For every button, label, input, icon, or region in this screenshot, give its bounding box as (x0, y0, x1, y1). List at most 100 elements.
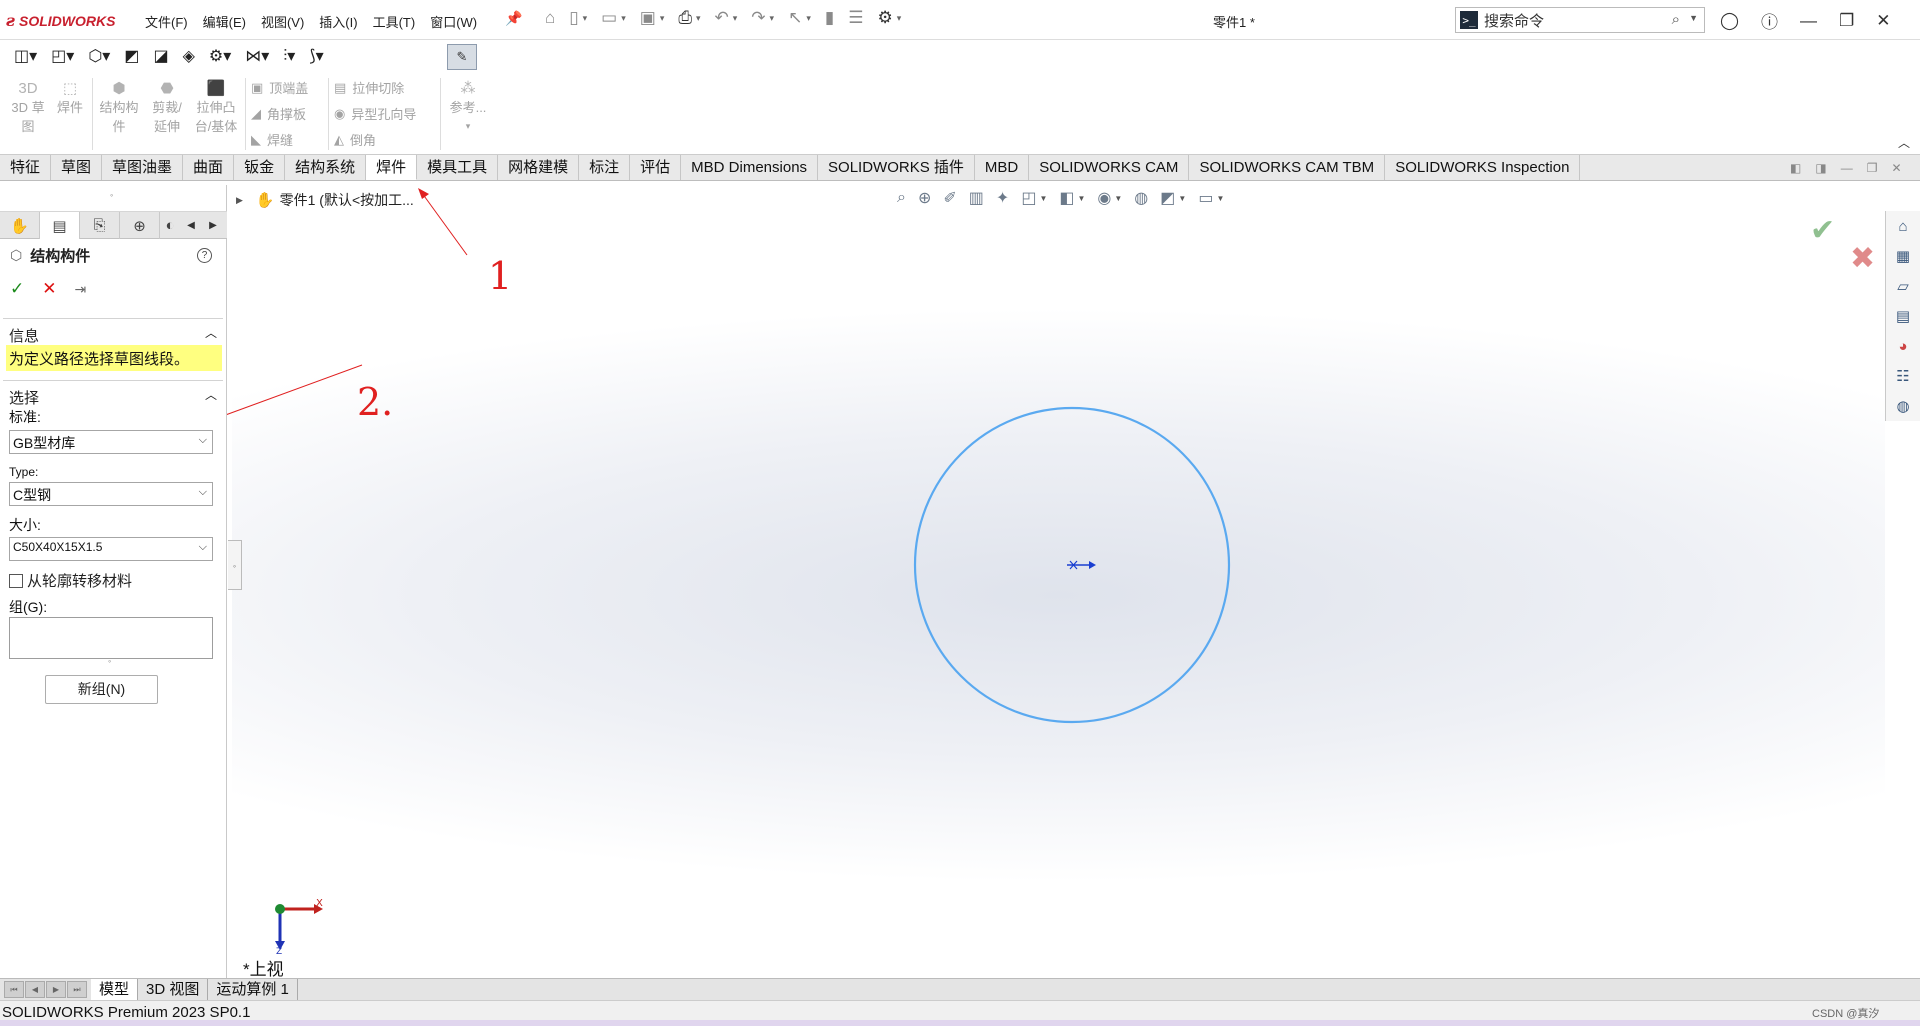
options-gear-icon[interactable]: ⚙ (877, 8, 892, 28)
tab-solidworks-cam[interactable]: SOLIDWORKS CAM (1029, 155, 1190, 180)
tab-markup[interactable]: 标注 (579, 155, 631, 180)
standard-select[interactable]: GB型材库 ⌵ (9, 430, 213, 454)
tile-right-icon[interactable]: ◨ (1815, 161, 1826, 175)
last-tab-icon[interactable]: ⏭ (67, 981, 87, 998)
tab-scroll-right-icon[interactable]: ▶ (202, 212, 224, 239)
new-group-button[interactable]: 新组(N) (45, 675, 158, 704)
redo-icon[interactable]: ↷ (751, 8, 765, 28)
chevron-down-icon[interactable]: ▼ (1689, 13, 1698, 23)
extruded-boss-button[interactable]: ⬛ 拉伸凸 台/基体 (191, 80, 241, 136)
select-icon[interactable]: ↖ (788, 8, 802, 28)
view-orientation-icon[interactable]: ◰ (1021, 188, 1036, 208)
weldment-button[interactable]: ⬚ 焊件 (52, 80, 88, 117)
chevron-down-icon[interactable]: ▾ (621, 13, 626, 24)
toolbar-icon[interactable]: ⋈▾ (245, 46, 269, 66)
solidworks-resources-icon[interactable]: ⌂ (1886, 211, 1920, 241)
cancel-x-icon[interactable]: ✕ (42, 279, 56, 299)
zoom-to-area-icon[interactable]: ⊕ (918, 188, 931, 208)
tab-mold-tools[interactable]: 模具工具 (417, 155, 499, 180)
3d-sketch-button[interactable]: 3D 3D 草图 (8, 80, 48, 136)
toolbar-icon[interactable]: ⚙▾ (209, 46, 231, 66)
toolbar-icon[interactable]: ◫▾ (14, 46, 37, 66)
transfer-material-checkbox[interactable] (9, 573, 23, 588)
tab-3d-views[interactable]: 3D 视图 (138, 979, 209, 1000)
expand-arrow-icon[interactable]: ▶ (236, 195, 243, 206)
end-cap-button[interactable]: ▣ 顶端盖 (251, 78, 308, 97)
chevron-down-icon[interactable]: ▾ (770, 13, 775, 24)
tab-scroll-left-icon[interactable]: ◀ (180, 212, 202, 239)
chamfer-button[interactable]: ◭ 倒角 (334, 130, 376, 149)
hide-show-items-icon[interactable]: ◉ (1097, 188, 1111, 208)
confirm-corner-accept-icon[interactable]: ✔ (1810, 213, 1835, 248)
tab-structure-system[interactable]: 结构系统 (285, 155, 367, 180)
menu-edit[interactable]: 编辑(E) (203, 12, 246, 31)
weld-bead-button[interactable]: ◣ 焊缝 (251, 130, 293, 149)
chevron-up-icon[interactable]: ︿ (205, 324, 217, 341)
confirm-corner-cancel-icon[interactable]: ✖ (1850, 241, 1875, 276)
view-settings-icon[interactable]: ▭ (1198, 188, 1213, 208)
menu-window[interactable]: 窗口(W) (430, 12, 477, 31)
group-list[interactable] (9, 617, 213, 659)
previous-tab-icon[interactable]: ◀ (25, 981, 45, 998)
file-explorer-icon[interactable]: ▱ (1886, 271, 1920, 301)
zoom-to-fit-icon[interactable]: ⌕ (897, 189, 906, 207)
chevron-down-icon[interactable]: ▾ (660, 13, 665, 24)
tab-weldments[interactable]: 焊件 (366, 155, 418, 180)
doc-close-icon[interactable]: ✕ (1891, 161, 1901, 175)
ok-check-icon[interactable]: ✓ (10, 279, 24, 299)
reference-geometry-button[interactable]: ⁂ 参考... ▾ (446, 80, 490, 136)
tab-motion-study-1[interactable]: 运动算例 1 (208, 979, 298, 1000)
collapse-ribbon-icon[interactable]: ︿ (1898, 134, 1910, 151)
chevron-down-icon[interactable]: ▼ (1039, 194, 1047, 203)
tab-solidworks-cam-tbm[interactable]: SOLIDWORKS CAM TBM (1189, 155, 1386, 180)
resize-handle[interactable]: ◦ (108, 656, 111, 666)
propertymanager-tab-icon[interactable]: ▤ (40, 212, 80, 239)
chevron-down-icon[interactable]: ▾ (806, 13, 811, 24)
splitter-handle[interactable]: ◦ (110, 190, 113, 200)
toolbar-icon[interactable]: ◈ (183, 46, 195, 66)
tab-evaluate[interactable]: 评估 (630, 155, 682, 180)
dimxpertmanager-tab-icon[interactable]: ⊕ (120, 212, 160, 239)
tab-sheet-metal[interactable]: 钣金 (234, 155, 286, 180)
print-icon[interactable]: ⎙ (678, 8, 692, 28)
tab-mbd[interactable]: MBD (974, 155, 1030, 180)
next-tab-icon[interactable]: ▶ (46, 981, 66, 998)
search-icon[interactable]: ⌕ (1672, 11, 1680, 28)
tab-solidworks-inspection[interactable]: SOLIDWORKS Inspection (1385, 155, 1581, 180)
dynamic-annotation-icon[interactable]: ✦ (996, 188, 1009, 208)
view-palette-icon[interactable]: ▤ (1886, 301, 1920, 331)
pin-icon[interactable]: 📌 (505, 10, 522, 27)
help-icon[interactable]: ? (197, 248, 212, 263)
chevron-up-icon[interactable]: ︿ (205, 386, 217, 403)
doc-restore-icon[interactable]: ❐ (1867, 161, 1878, 175)
toolbar-icon[interactable]: ◩ (124, 46, 139, 66)
help-icon[interactable]: ⓘ (1761, 8, 1778, 33)
structural-member-button[interactable]: ⬢ 结构构件 (97, 80, 141, 136)
chevron-down-icon[interactable]: ▾ (733, 13, 738, 24)
minimize-icon[interactable]: — (1800, 11, 1817, 31)
menu-file[interactable]: 文件(F) (145, 12, 188, 31)
gusset-button[interactable]: ◢ 角撑板 (251, 104, 306, 123)
menu-insert[interactable]: 插入(I) (319, 12, 357, 31)
chevron-down-icon[interactable]: ▼ (1114, 194, 1122, 203)
size-select[interactable]: C50X40X15X1.5 ⌵ (9, 537, 213, 561)
toolbar-icon[interactable]: ⫶▾ (283, 46, 295, 66)
toolbar-icon[interactable]: ⬡▾ (88, 46, 110, 66)
custom-properties-icon[interactable]: ☷ (1886, 361, 1920, 391)
display-style-icon[interactable]: ◧ (1059, 188, 1074, 208)
new-document-icon[interactable]: ▯ (569, 8, 578, 28)
tab-surfaces[interactable]: 曲面 (183, 155, 235, 180)
displaymanager-tab-icon[interactable]: ◐ (160, 212, 180, 239)
trim-extend-button[interactable]: ⬣ 剪裁/延伸 (145, 80, 189, 136)
open-icon[interactable]: ▭ (601, 8, 617, 28)
close-icon[interactable]: ✕ (1876, 11, 1890, 31)
doc-minimize-icon[interactable]: — (1841, 161, 1853, 175)
toolbar-icon[interactable]: ◰▾ (51, 46, 74, 66)
chevron-down-icon[interactable]: ▾ (897, 13, 902, 24)
chevron-down-icon[interactable]: ▾ (583, 13, 588, 24)
extruded-cut-button[interactable]: ▤ 拉伸切除 (334, 78, 404, 97)
transfer-material-option[interactable]: 从轮廓转移材料 (9, 570, 132, 591)
chevron-down-icon[interactable]: ▾ (696, 13, 701, 24)
undo-icon[interactable]: ↶ (715, 8, 729, 28)
tab-model[interactable]: 模型 (91, 979, 139, 1000)
